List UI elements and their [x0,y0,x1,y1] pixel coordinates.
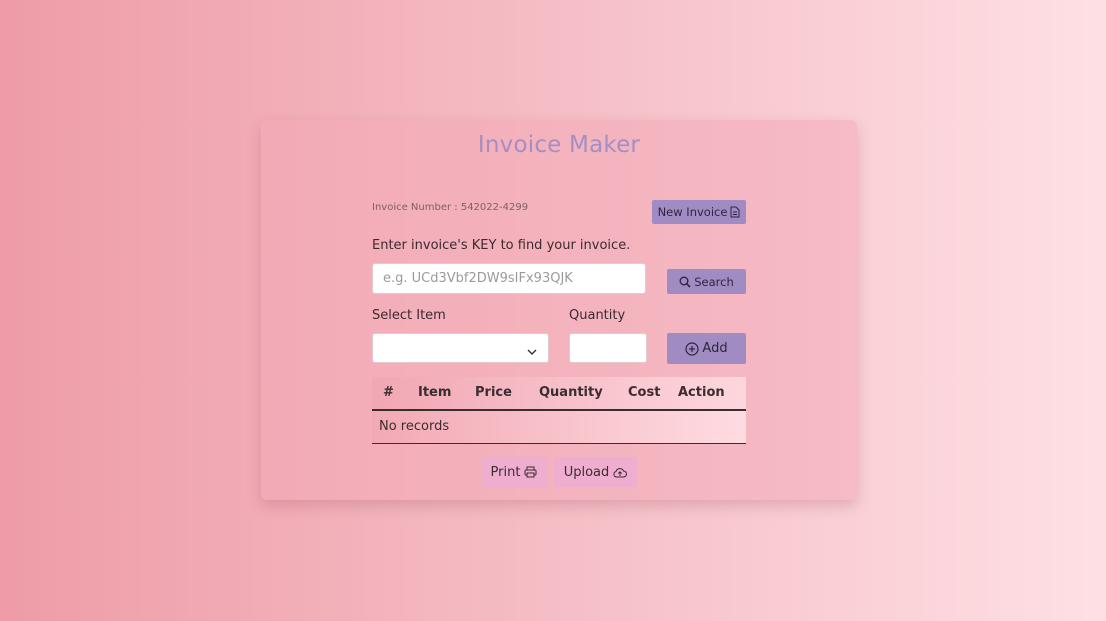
add-button[interactable]: Add [667,333,746,364]
printer-icon [524,466,537,478]
invoice-key-input[interactable] [372,263,646,294]
empty-records-text: No records [379,419,450,434]
upload-label: Upload [563,464,610,480]
select-item-label: Select Item [372,308,446,323]
invoice-table: # Item Price Quantity Cost Action No rec… [372,377,746,444]
page-background: Invoice Maker Invoice Number : 542022-42… [0,0,1106,621]
column-header-item: Item [418,385,452,400]
search-button[interactable]: Search [667,269,746,294]
item-select[interactable] [372,333,549,363]
invoice-card: Invoice Maker Invoice Number : 542022-42… [261,120,857,500]
invoice-number: Invoice Number : 542022-4299 [372,202,529,213]
page-title: Invoice Maker [477,132,641,158]
column-header-number: # [383,385,394,400]
table-row: No records [372,411,746,444]
print-label: Print [490,464,521,480]
add-label: Add [702,341,728,356]
cloud-upload-icon [613,467,628,478]
column-header-price: Price [475,385,512,400]
upload-button[interactable]: Upload [554,457,637,487]
quantity-label: Quantity [569,308,626,323]
plus-circle-icon [685,341,700,356]
document-icon [730,206,740,218]
column-header-action: Action [678,385,725,400]
print-button[interactable]: Print [481,457,547,487]
column-header-quantity: Quantity [539,385,603,400]
magnifier-icon [679,276,691,288]
column-header-cost: Cost [628,385,661,400]
table-header: # Item Price Quantity Cost Action [372,377,746,411]
new-invoice-button[interactable]: New Invoice [652,200,746,224]
search-label: Search [694,274,734,289]
chevron-down-icon [527,342,537,355]
quantity-input[interactable] [569,333,647,363]
search-hint: Enter invoice's KEY to find your invoice… [372,238,631,253]
new-invoice-label: New Invoice [657,205,728,219]
